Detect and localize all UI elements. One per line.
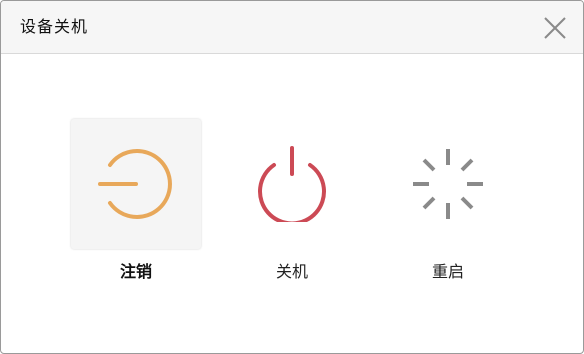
shutdown-tile[interactable] bbox=[227, 119, 357, 249]
shutdown-label: 关机 bbox=[275, 262, 308, 281]
restart-spinner-icon bbox=[413, 149, 483, 219]
logout-tile[interactable] bbox=[71, 119, 201, 249]
dialog-titlebar: 设备关机 bbox=[1, 1, 583, 54]
restart-label: 重启 bbox=[431, 262, 464, 281]
restart-tile[interactable] bbox=[383, 119, 513, 249]
logout-button[interactable]: 注销 bbox=[71, 119, 201, 281]
restart-button[interactable]: 重启 bbox=[383, 119, 513, 281]
logout-label: 注销 bbox=[119, 262, 152, 281]
shutdown-dialog: 设备关机 注销 关机 重启 bbox=[0, 0, 584, 354]
logout-icon bbox=[98, 149, 172, 219]
power-icon bbox=[258, 146, 326, 222]
shutdown-button[interactable]: 关机 bbox=[227, 119, 357, 281]
close-icon bbox=[544, 17, 566, 39]
close-button[interactable] bbox=[541, 14, 569, 42]
dialog-title: 设备关机 bbox=[20, 17, 89, 36]
